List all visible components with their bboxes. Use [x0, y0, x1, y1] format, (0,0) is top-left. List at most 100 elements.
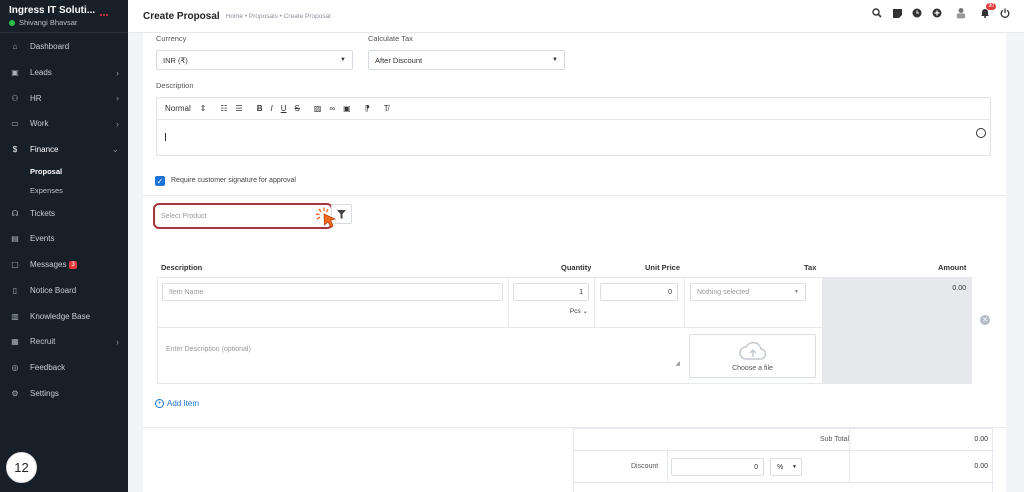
italic-icon[interactable]: I — [271, 104, 273, 113]
cloud-upload-icon — [739, 341, 767, 360]
sidebar-item-hr[interactable]: ⚇ HR › — [0, 85, 128, 111]
format-select[interactable]: Normal ⇕ — [165, 104, 206, 113]
unit-price-value: 0 — [668, 288, 672, 296]
unit-price-input[interactable]: 0 — [600, 283, 678, 301]
tax-cell: Nothing selected ▼ — [685, 278, 822, 328]
quantity-value: 1 — [579, 288, 583, 296]
file-upload[interactable]: Choose a file — [689, 334, 816, 378]
item-name-cell: Item Name — [158, 278, 509, 328]
sidebar-item-label: Notice Board — [30, 285, 77, 295]
sidebar-item-messages[interactable]: ▢ Messages 3 — [0, 252, 128, 278]
notice-icon: ▯ — [12, 285, 18, 295]
breadcrumb[interactable]: Home • Proposals • Create Proposal — [226, 13, 331, 20]
clock-icon[interactable] — [912, 8, 922, 18]
discount-type-select[interactable]: % ▼ — [770, 458, 802, 476]
divider — [143, 195, 1006, 196]
unit-value: Pcs — [569, 308, 581, 315]
avatar[interactable] — [956, 8, 966, 19]
clear-format-icon[interactable]: T̸ — [384, 104, 389, 113]
calculate-tax-select[interactable]: After Discount ▼ — [368, 50, 565, 70]
discount-value: 0 — [754, 463, 758, 471]
resize-handle-icon[interactable]: ◢ — [675, 360, 680, 367]
image-icon[interactable]: ▨ — [314, 104, 322, 113]
sidebar-item-knowledge-base[interactable]: ▥ Knowledge Base — [0, 303, 128, 329]
add-item-button[interactable]: + Add Item — [155, 399, 199, 408]
amount-value: 0.00 — [952, 285, 966, 292]
search-icon[interactable] — [872, 8, 882, 18]
tax-select[interactable]: Nothing selected ▼ — [690, 283, 806, 301]
sidebar-item-label: Dashboard — [30, 42, 70, 52]
power-icon[interactable] — [1000, 8, 1010, 18]
sidebar-item-events[interactable]: ▤ Events — [0, 226, 128, 252]
sidebar-subitem-expenses[interactable]: Expenses — [0, 181, 128, 200]
item-description-input[interactable]: Enter Description (optional) — [166, 346, 251, 353]
signature-checkbox[interactable]: ✓ — [155, 176, 165, 186]
select-product-input[interactable]: Select Product — [153, 203, 333, 229]
online-status-icon — [9, 19, 15, 26]
message-icon: ▢ — [11, 260, 19, 270]
subtotal-value: 0.00 — [974, 436, 988, 443]
sidebar-item-label: Work — [30, 119, 49, 129]
discount-label: Discount — [631, 463, 659, 470]
item-name-input[interactable]: Item Name — [162, 283, 503, 301]
col-amount: Amount — [938, 263, 967, 272]
currency-label: Currency — [156, 34, 187, 43]
sidebar-item-dashboard[interactable]: ⌂ Dashboard — [0, 34, 128, 60]
text-direction-icon[interactable]: ⁋ — [365, 104, 370, 113]
strike-icon[interactable]: S — [295, 104, 300, 113]
sidebar: Ingress IT Soluti... Shivangi Bhavsar ⌂ … — [0, 0, 128, 492]
headset-icon: ☊ — [11, 208, 19, 218]
caret-down-icon: ▼ — [340, 57, 346, 63]
emoji-icon[interactable] — [976, 128, 986, 138]
home-icon: ⌂ — [12, 42, 18, 52]
caret-down-icon: ▼ — [794, 289, 799, 295]
sidebar-item-feedback[interactable]: ◎ Feedback — [0, 355, 128, 381]
sidebar-item-work[interactable]: ▭ Work › — [0, 111, 128, 137]
quantity-input[interactable]: 1 — [513, 283, 589, 301]
link-icon[interactable]: ∞ — [329, 104, 335, 113]
loading-dots-icon — [100, 12, 110, 18]
sidebar-item-notice-board[interactable]: ▯ Notice Board — [0, 278, 128, 304]
discount-type-value: % — [777, 463, 784, 471]
underline-icon[interactable]: U — [281, 104, 287, 113]
sidebar-item-settings[interactable]: ⚙ Settings — [0, 380, 128, 406]
sidebar-item-recruit[interactable]: ▦ Recruit › — [0, 329, 128, 355]
calculate-tax-label: Calculate Tax — [368, 34, 413, 43]
discount-input[interactable]: 0 — [671, 458, 764, 476]
signature-label: Require customer signature for approval — [171, 177, 296, 184]
calculate-tax-value: After Discount — [375, 55, 423, 65]
sidebar-item-label: Finance — [30, 145, 59, 155]
text-cursor — [165, 133, 166, 141]
ordered-list-icon[interactable]: ☷ — [220, 104, 227, 113]
currency-select[interactable]: INR (₹) ▼ — [156, 50, 353, 70]
sticky-note-icon[interactable] — [892, 8, 902, 18]
sidebar-item-tickets[interactable]: ☊ Tickets — [0, 200, 128, 226]
remove-item-icon[interactable]: ✕ — [980, 315, 990, 325]
sidebar-item-label: Tickets — [30, 208, 56, 218]
brand-header[interactable]: Ingress IT Soluti... Shivangi Bhavsar — [0, 0, 128, 33]
discount-total-value: 0.00 — [974, 463, 988, 470]
editor-content[interactable] — [157, 120, 990, 156]
unit-select[interactable]: Pcs ⌄ — [570, 307, 588, 315]
bullet-list-icon[interactable]: ☰ — [236, 104, 243, 113]
add-circle-icon[interactable] — [932, 8, 942, 18]
sidebar-item-finance[interactable]: $ Finance ⌄ — [0, 137, 128, 163]
topbar: Create Proposal Home • Proposals • Creat… — [128, 0, 1024, 33]
select-product-placeholder: Select Product — [161, 212, 207, 220]
briefcase-icon: ▭ — [11, 119, 19, 129]
sidebar-subitem-proposal[interactable]: Proposal — [0, 162, 128, 181]
video-icon[interactable]: ▣ — [343, 104, 351, 113]
bold-icon[interactable]: B — [257, 104, 263, 113]
message-count-badge: 3 — [69, 260, 77, 269]
item-row: Item Name 1 Pcs ⌄ 0 Nothing selected ▼ E… — [157, 277, 972, 384]
amount-cell: 0.00 — [822, 278, 972, 384]
bell-icon[interactable]: 90 — [980, 3, 996, 18]
chevron-right-icon: › — [116, 118, 119, 129]
sidebar-item-label: Recruit — [30, 337, 56, 347]
editor-toolbar: Normal ⇕ ☷ ☰ B I U S ▨ ∞ ▣ ⁋ T̸ — [157, 98, 990, 120]
notification-badge: 90 — [986, 3, 996, 10]
calendar-icon: ▤ — [11, 234, 19, 244]
description-editor: Normal ⇕ ☷ ☰ B I U S ▨ ∞ ▣ ⁋ T̸ — [156, 97, 991, 156]
sidebar-item-leads[interactable]: ▣ Leads › — [0, 60, 128, 86]
unit-price-cell: 0 — [595, 278, 685, 328]
